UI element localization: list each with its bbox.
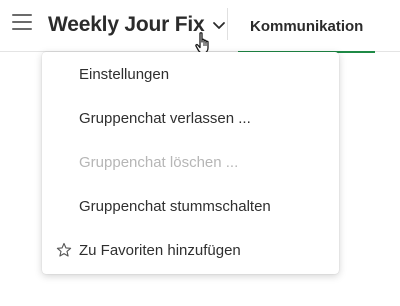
chat-title: Weekly Jour Fix — [48, 13, 205, 36]
tab-kommunikation[interactable]: Kommunikation — [238, 0, 376, 53]
menu-item-zu-favoriten[interactable]: Zu Favoriten hinzufügen — [42, 228, 339, 272]
star-outline-icon — [56, 242, 72, 257]
tab-label: Kommunikation — [250, 17, 364, 35]
menu-item-label: Gruppenchat löschen ... — [79, 153, 239, 171]
chevron-down-icon — [212, 22, 225, 29]
menu-item-gruppenchat-loeschen: Gruppenchat löschen ... — [42, 140, 339, 184]
chat-title-dropdown-button[interactable]: Weekly Jour Fix — [48, 11, 226, 39]
menu-item-label: Gruppenchat verlassen ... — [79, 109, 251, 127]
app-window: Weekly Jour Fix Kommunikation Einstellun… — [0, 0, 400, 306]
menu-item-gruppenchat-stummschalten[interactable]: Gruppenchat stummschalten — [42, 184, 339, 228]
chat-header: Weekly Jour Fix Kommunikation — [0, 0, 400, 54]
chat-options-menu: Einstellungen Gruppenchat verlassen ... … — [42, 52, 339, 274]
hamburger-menu-icon[interactable] — [12, 14, 32, 32]
menu-item-label: Einstellungen — [79, 65, 170, 83]
menu-item-gruppenchat-verlassen[interactable]: Gruppenchat verlassen ... — [42, 96, 339, 140]
menu-item-label: Zu Favoriten hinzufügen — [79, 241, 241, 259]
menu-item-einstellungen[interactable]: Einstellungen — [42, 52, 339, 96]
header-divider — [227, 8, 228, 40]
menu-item-label: Gruppenchat stummschalten — [79, 197, 271, 215]
